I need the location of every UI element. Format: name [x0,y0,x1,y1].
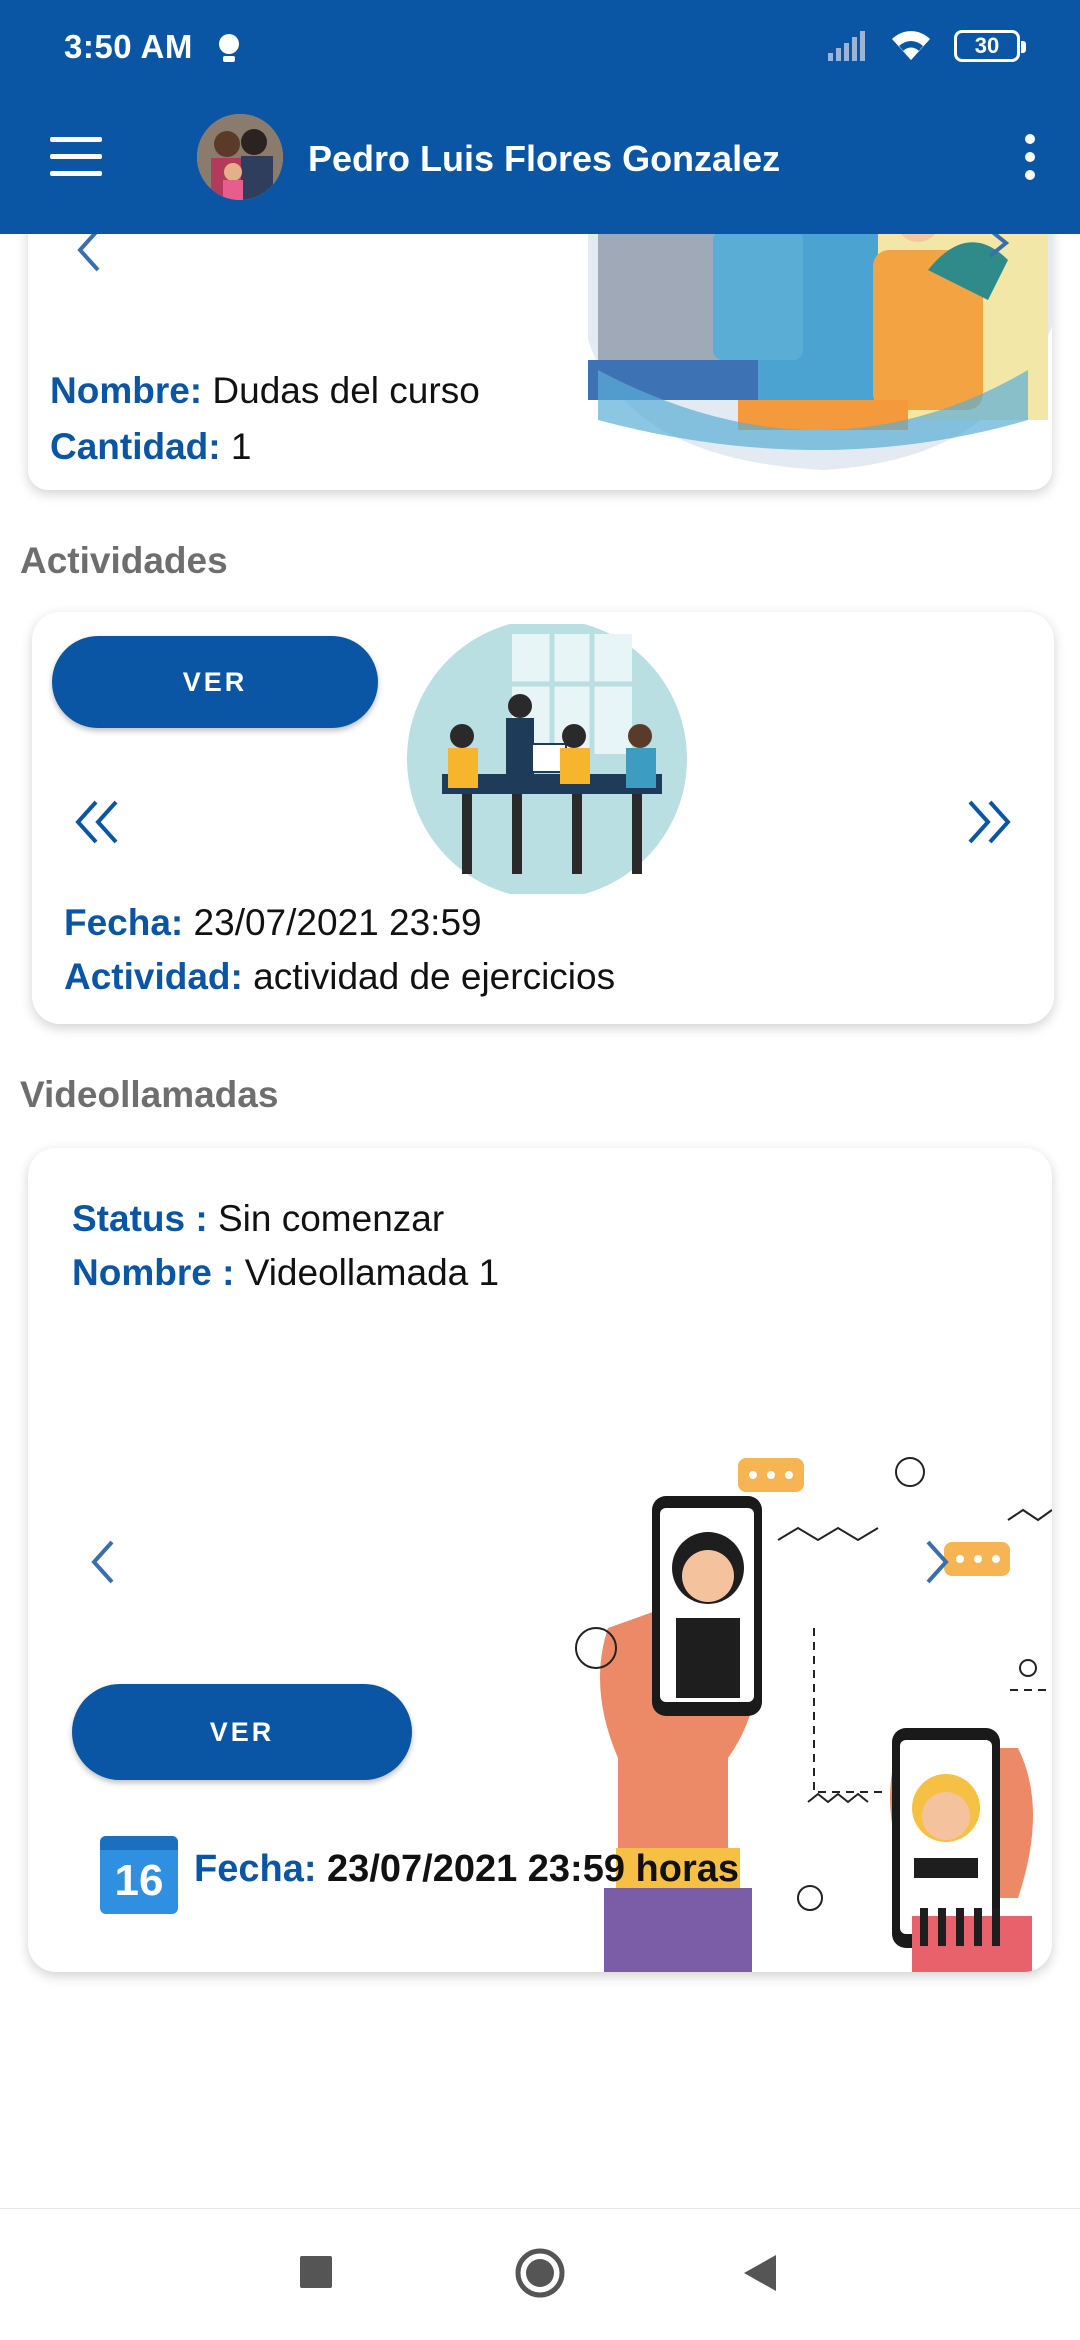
forum-count-row: Cantidad: 1 [50,426,251,468]
activity-name-label: Actividad: [64,956,243,997]
chevron-left-icon[interactable] [76,228,102,272]
forum-count-label: Cantidad: [50,426,221,467]
double-chevron-right-icon[interactable] [966,800,1012,844]
activity-date-label: Fecha: [64,902,184,943]
section-title-actividades: Actividades [20,540,228,581]
activity-name-row: Actividad: actividad de ejercicios [64,956,615,998]
notification-icon [219,34,239,62]
activity-name-value: actividad de ejercicios [253,956,616,997]
section-title-videollamadas: Videollamadas [20,1074,279,1115]
nav-triangle-icon[interactable] [742,2253,778,2293]
nav-circle-icon[interactable] [514,2247,566,2299]
videocall-name-label: Nombre : [72,1252,235,1293]
chevron-left-icon[interactable] [90,1540,116,1584]
videocall-ver-button[interactable]: VER [72,1684,412,1780]
videocall-name-value: Videollamada 1 [244,1252,500,1293]
status-icons: 30 [828,30,1026,62]
menu-icon[interactable] [50,137,102,177]
videocall-status-value: Sin comenzar [217,1198,445,1239]
activity-card: VER Fecha: 23/07/2021 23:59 Actividad: a… [32,612,1054,1024]
activity-illustration [407,624,687,894]
system-nav-bar [0,2208,1080,2340]
chevron-right-icon[interactable] [924,1540,950,1584]
calendar-icon: 16 [100,1836,178,1914]
wifi-icon [892,31,930,60]
forum-count-value: 1 [230,426,252,467]
battery-indicator: 30 [954,30,1026,62]
activity-date-value: 23/07/2021 23:59 [193,902,482,943]
videocall-date-row: Fecha: 23/07/2021 23:59 horas [194,1848,739,1891]
videocall-date-value: 23/07/2021 23:59 horas [327,1848,740,1890]
forum-name-label: Nombre: [50,370,203,411]
forum-name-value: Dudas del curso [212,370,480,411]
activity-date-row: Fecha: 23/07/2021 23:59 [64,902,482,944]
signal-icon [828,31,865,61]
videocall-status-label: Status : [72,1198,208,1239]
app-header: 3:50 AM 30 Pedro Luis Flores Gonzalez [0,0,1080,234]
double-chevron-left-icon[interactable] [74,800,120,844]
avatar[interactable] [197,114,283,200]
videocall-name-row: Nombre : Videollamada 1 [72,1252,499,1294]
status-time: 3:50 AM [64,28,193,65]
forum-name-row: Nombre: Dudas del curso [50,370,480,412]
videocall-status-row: Status : Sin comenzar [72,1198,444,1240]
nav-square-icon[interactable] [300,2256,332,2288]
page-title: Pedro Luis Flores Gonzalez [308,138,781,179]
videocall-date-label: Fecha: [194,1848,317,1890]
activity-ver-button[interactable]: VER [52,636,378,728]
calendar-day: 16 [114,1856,164,1905]
videocall-card: Status : Sin comenzar Nombre : Videollam… [28,1148,1052,1972]
kebab-menu-icon[interactable] [1020,134,1040,180]
